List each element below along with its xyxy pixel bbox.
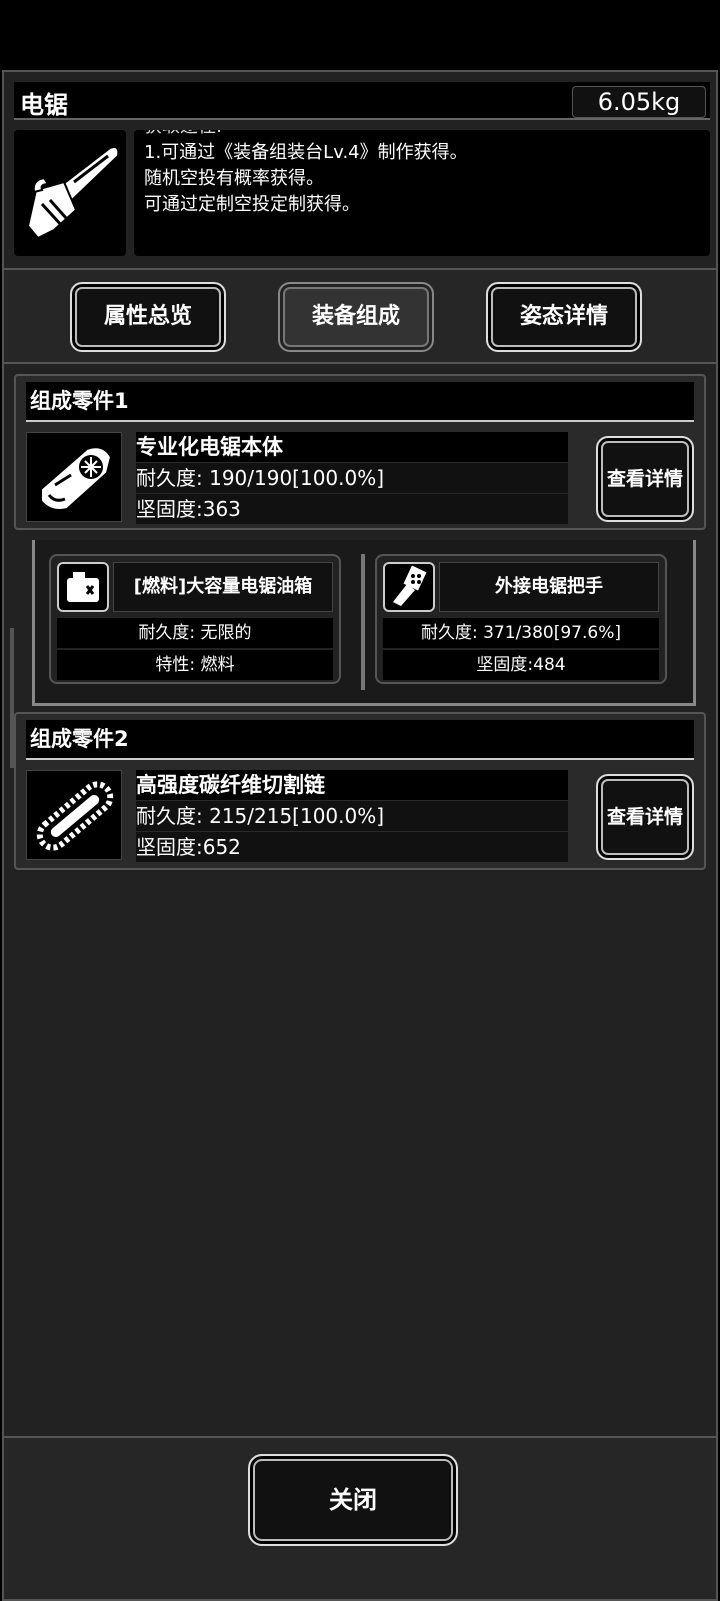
component-hardness: 坚固度:652 [136, 832, 568, 862]
subparts-section: [燃料]大容量电锯油箱 耐久度: 无限的 特性: 燃料 外接电锯把手 耐久度: … [32, 540, 696, 706]
fuel-tank-icon [67, 572, 99, 602]
tab-bar: 属性总览 装备组成 姿态详情 [4, 268, 716, 364]
view-details-button[interactable]: 查看详情 [596, 774, 694, 860]
component-header: 组成零件2 [26, 720, 694, 760]
item-image [14, 130, 126, 256]
divider [361, 554, 365, 690]
description-line: 1.可通过《装备组装台Lv.4》制作获得。 [144, 142, 468, 163]
handle-icon [393, 565, 427, 606]
item-description: 获取途径: 1.可通过《装备组装台Lv.4》制作获得。 随机空投有概率获得。 可… [134, 130, 710, 256]
component-name: 高强度碳纤维切割链 [136, 770, 568, 800]
tab-equipment-composition[interactable]: 装备组成 [278, 282, 434, 352]
component-stats: 专业化电锯本体 耐久度: 190/190[100.0%] 坚固度:363 [136, 432, 568, 524]
close-button[interactable]: 关闭 [248, 1454, 458, 1546]
component-name: 专业化电锯本体 [136, 432, 568, 462]
subpart-card-2: 外接电锯把手 耐久度: 371/380[97.6%] 坚固度:484 [375, 554, 667, 684]
subpart-card-1: [燃料]大容量电锯油箱 耐久度: 无限的 特性: 燃料 [49, 554, 341, 684]
item-weight: 6.05kg [572, 86, 706, 118]
component-image [26, 432, 122, 522]
title-bar: 电锯 6.05kg [14, 82, 710, 120]
item-detail-panel: 电锯 6.05kg 获取途径: 1.可通过《装备组装台Lv.4》制作获得。 随机… [2, 70, 718, 1601]
description-line-cut: 获取途径: [144, 130, 700, 140]
subpart-image [57, 562, 109, 612]
tab-posture-details[interactable]: 姿态详情 [486, 282, 642, 352]
component-card-2: 组成零件2 高强度碳纤维切割链 耐久度: 215/215[100.0%] 坚固度… [14, 712, 706, 870]
footer-bar: 关闭 [4, 1436, 716, 1599]
chainsaw-icon [26, 146, 120, 240]
subpart-name: [燃料]大容量电锯油箱 [113, 562, 333, 612]
component-stats: 高强度碳纤维切割链 耐久度: 215/215[100.0%] 坚固度:652 [136, 770, 568, 862]
component-durability: 耐久度: 190/190[100.0%] [136, 463, 568, 493]
item-title: 电锯 [20, 91, 68, 119]
subpart-name: 外接电锯把手 [439, 562, 659, 612]
view-details-button[interactable]: 查看详情 [596, 436, 694, 522]
component-card-1: 组成零件1 专业化电锯本体 耐久度: 190/190[100.0%] 坚固度:3… [14, 374, 706, 530]
subpart-hardness: 坚固度:484 [383, 650, 659, 680]
description-line: 随机空投有概率获得。 [144, 168, 324, 189]
component-header: 组成零件1 [26, 382, 694, 422]
subpart-trait: 特性: 燃料 [57, 650, 333, 680]
component-image [26, 770, 122, 860]
description-line: 可通过定制空投定制获得。 [144, 194, 360, 215]
component-hardness: 坚固度:363 [136, 494, 568, 524]
cutting-chain-icon [36, 781, 114, 851]
subpart-durability: 耐久度: 371/380[97.6%] [383, 618, 659, 648]
chainsaw-body-icon [40, 446, 113, 511]
tab-attributes-overview[interactable]: 属性总览 [70, 282, 226, 352]
subpart-image [383, 562, 435, 612]
subpart-durability: 耐久度: 无限的 [57, 618, 333, 648]
component-durability: 耐久度: 215/215[100.0%] [136, 801, 568, 831]
